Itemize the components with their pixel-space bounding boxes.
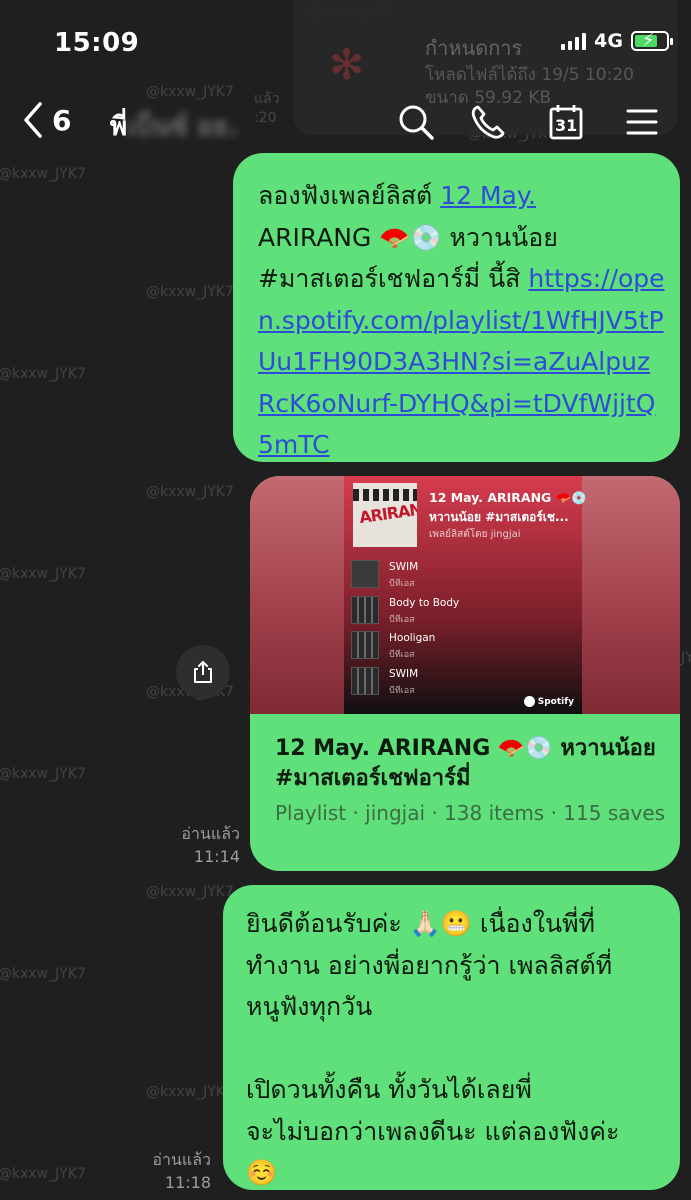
status-time: 15:09 (54, 28, 140, 58)
watermark: @kxxw_JYK7 (0, 766, 86, 782)
message-time: 11:18 (164, 1173, 211, 1192)
watermark: @kxxw_JYK7 (0, 566, 86, 582)
share-icon (194, 661, 212, 683)
playlist-cover: ARIRANG (353, 483, 417, 547)
message-bubble[interactable]: ยินดีต้อนรับค่ะ 🙏🏻😬 เนื่องในพี่ที่ ทำงาน… (223, 885, 680, 1190)
track-row: Body to Body บีทีเอส (351, 596, 571, 626)
watermark: @kxxw_JYK7 (0, 966, 86, 982)
message-bubble[interactable]: ลองฟังเพลย์ลิสต์ 12 May. ARIRANG 🪭💿 หวาน… (233, 153, 680, 462)
track-thumbnail (351, 560, 379, 588)
track-row: SWIM บีทีเอส (351, 560, 571, 590)
call-button[interactable] (468, 102, 508, 142)
playlist-preview-image[interactable]: ARIRANG 12 May. ARIRANG 🪭💿 หวานน้อย #มาส… (250, 476, 680, 714)
message-line: ทำงาน อย่างพี่อยากรู้ว่า เพลลิสต์ที่ (246, 950, 613, 980)
chat-header: 6 พี่เบ็นซ์ อธ. 31 (0, 90, 691, 158)
track-artist: บีทีเอส (389, 686, 415, 696)
card-title: 12 May. ARIRANG 🪭💿 (429, 490, 587, 505)
watermark: @kxxw_JYK7 (146, 484, 234, 500)
watermark: @kxxw_JYK7 (146, 884, 234, 900)
playlist-card: ARIRANG 12 May. ARIRANG 🪭💿 หวานน้อย #มาส… (344, 476, 587, 714)
search-button[interactable] (396, 102, 436, 142)
back-button[interactable]: 6 (20, 100, 71, 140)
message-text: ARIRANG 🪭💿 หวานน้อย (258, 222, 558, 252)
read-receipt: อ่านแล้ว 11:18 (152, 1148, 211, 1194)
spotify-badge: Spotify (523, 696, 574, 707)
track-name: SWIM (389, 668, 419, 680)
track-name: Body to Body (389, 597, 460, 609)
watermark: @kxxw_JYK7 (0, 366, 86, 382)
track-row: Hooligan บีทีเอส (351, 631, 571, 661)
unread-count: 6 (52, 103, 72, 137)
menu-button[interactable] (622, 102, 662, 142)
preview-meta: Playlist · jingjai · 138 items · 115 sav… (275, 801, 666, 825)
chat-name-blurred: เบ็นซ์ อธ. (127, 112, 239, 142)
share-button[interactable] (176, 645, 230, 699)
read-receipt: อ่านแล้ว 11:14 (181, 822, 240, 868)
calendar-button[interactable]: 31 (546, 102, 586, 142)
preview-title: 12 May. ARIRANG 🪭💿 หวานน้อย #มาสเตอร์เชฟ… (275, 736, 656, 791)
spotify-label: Spotify (537, 696, 574, 707)
track-artist: บีทีเอส (389, 579, 415, 589)
signal-icon (561, 32, 587, 50)
spotify-url-link[interactable]: https://open.spotify.com/playlist/1WfHJV… (258, 264, 665, 459)
cover-text: ARIRANG (358, 497, 417, 528)
phone-icon (471, 105, 505, 139)
read-status: อ่านแล้ว (152, 1150, 211, 1169)
chevron-left-icon (24, 102, 42, 138)
read-status: อ่านแล้ว (181, 824, 240, 843)
track-thumbnail (351, 596, 379, 624)
watermark: @kxxw_JYK7 (0, 1166, 86, 1182)
status-bar: 15:09 4G ⚡ (0, 0, 691, 90)
network-type: 4G (594, 30, 623, 52)
message-text: ลองฟังเพลย์ลิสต์ (258, 181, 441, 210)
watermark: @kxxw_JYK7 (0, 166, 86, 182)
track-name: SWIM (389, 561, 419, 573)
watermark: @kxxw_JYK7 (146, 1084, 234, 1100)
message-line: จะไม่บอกว่าเพลงดีนะ แต่ลองฟังค่ะ (246, 1116, 620, 1146)
track-name: Hooligan (389, 632, 436, 644)
track-row: SWIM บีทีเอส (351, 667, 571, 697)
message-time: 11:14 (193, 847, 240, 866)
status-indicators: 4G ⚡ (561, 30, 673, 52)
card-subtitle: หวานน้อย #มาสเตอร์เช... (429, 510, 569, 524)
track-thumbnail (351, 631, 379, 659)
track-artist: บีทีเอส (389, 650, 415, 660)
card-owner: เพลย์ลิสต์โดย jingjai (429, 529, 521, 540)
calendar-day: 31 (555, 116, 578, 135)
search-icon (399, 105, 434, 140)
battery-charging-icon: ⚡ (631, 30, 673, 51)
message-line: หนูฟังทุกวัน (246, 992, 373, 1021)
preview-text: 12 May. ARIRANG 🪭💿 หวานน้อย #มาสเตอร์เชฟ… (275, 734, 668, 828)
track-thumbnail (351, 667, 379, 695)
message-text: #มาสเตอร์เชฟอาร์มี่ นี้สิ (258, 264, 529, 293)
link-preview-bubble[interactable]: ARIRANG 12 May. ARIRANG 🪭💿 หวานน้อย #มาส… (250, 476, 680, 871)
message-line: ยินดีต้อนรับค่ะ 🙏🏻😬 เนื่องในพี่ที่ (246, 909, 596, 938)
message-link[interactable]: 12 May. (440, 181, 536, 210)
chat-name-visible: พี่ (110, 112, 128, 142)
track-artist: บีทีเอส (389, 615, 415, 625)
spotify-logo-icon (523, 696, 535, 707)
chat-title: พี่เบ็นซ์ อธ. (110, 106, 238, 147)
message-line: ☺️ (246, 1158, 278, 1187)
message-line: เปิดวนทั้งคืน ทั้งวันได้เลยพี่ (246, 1075, 532, 1104)
hamburger-menu-icon (626, 109, 658, 135)
watermark: @kxxw_JYK7 (146, 284, 234, 300)
